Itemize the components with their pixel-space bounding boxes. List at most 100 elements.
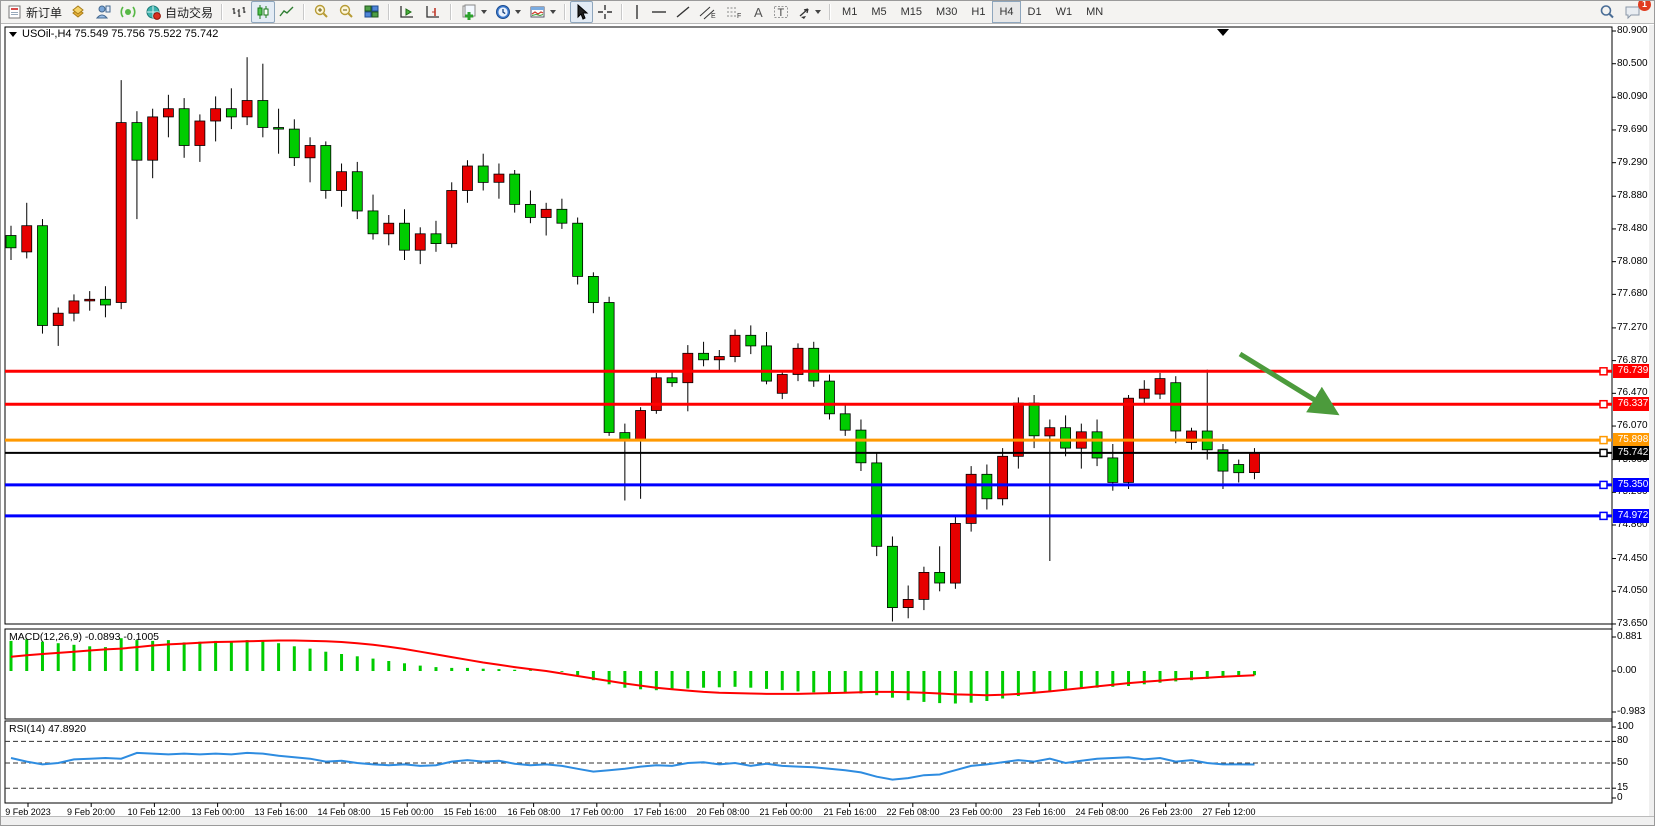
- search-button[interactable]: [1595, 1, 1620, 23]
- candlestick-icon: [255, 4, 271, 20]
- price-tick-label: 74.450: [1617, 553, 1648, 564]
- dropdown-caret: [550, 10, 556, 14]
- text-tool[interactable]: A: [747, 1, 769, 23]
- trendline-tool[interactable]: [671, 1, 695, 23]
- zoom-in-icon: [313, 4, 330, 20]
- indicator-windows-button[interactable]: [525, 1, 560, 23]
- price-tag-75.742: 75.742: [1613, 446, 1653, 460]
- price-tag-75.350: 75.350: [1613, 478, 1653, 492]
- tile-windows-icon: [363, 4, 380, 20]
- zoom-in-button[interactable]: [309, 1, 334, 23]
- price-tag-76.337: 76.337: [1613, 397, 1653, 411]
- data-window-button[interactable]: [91, 1, 116, 23]
- text-a-icon: A: [751, 4, 765, 20]
- terminal-window: 新订单 自动交易: [0, 0, 1655, 826]
- timeframe-m15[interactable]: M15: [894, 1, 929, 23]
- timeframe-h1[interactable]: H1: [964, 1, 992, 23]
- timeframe-d1[interactable]: D1: [1021, 1, 1049, 23]
- zoom-out-icon: [338, 4, 355, 20]
- macd-tick-label: 0.881: [1617, 631, 1642, 642]
- vertical-line-icon: [631, 4, 643, 20]
- fibonacci-icon: F: [725, 4, 743, 20]
- timeframe-m30[interactable]: M30: [929, 1, 964, 23]
- fibonacci-tool[interactable]: F: [721, 1, 747, 23]
- svg-text:A: A: [754, 5, 763, 20]
- new-order-button[interactable]: 新订单: [3, 1, 66, 23]
- channel-tool[interactable]: E: [695, 1, 721, 23]
- crosshair-tool-button[interactable]: [593, 1, 617, 23]
- auto-trading-label: 自动交易: [165, 4, 213, 21]
- price-tag-76.739: 76.739: [1613, 364, 1653, 378]
- timeframe-m1[interactable]: M1: [835, 1, 864, 23]
- dropdown-caret: [515, 10, 521, 14]
- macd-indicator-label: MACD(12,26,9) -0.0893 -0.1005: [9, 631, 159, 643]
- dropdown-caret: [815, 10, 821, 14]
- chart-shift-icon: [398, 4, 416, 20]
- macd-tick-label: -0.983: [1617, 706, 1645, 717]
- add-indicator-button[interactable]: [456, 1, 491, 23]
- zoom-out-button[interactable]: [334, 1, 359, 23]
- add-indicator-icon: [460, 4, 478, 21]
- text-label-tool[interactable]: T: [769, 1, 793, 23]
- arrows-tool[interactable]: [793, 1, 825, 23]
- pane-separator-macd[interactable]: [5, 624, 1612, 629]
- timeframe-w1[interactable]: W1: [1049, 1, 1080, 23]
- chart-shift-button[interactable]: [394, 1, 420, 23]
- svg-text:F: F: [737, 13, 741, 20]
- price-tag-74.972: 74.972: [1613, 509, 1653, 523]
- price-tick-label: 80.090: [1617, 91, 1648, 102]
- timeframe-h4[interactable]: H4: [992, 1, 1020, 23]
- auto-trading-button[interactable]: 自动交易: [141, 1, 217, 23]
- channel-icon: E: [699, 4, 717, 20]
- timeframe-mn[interactable]: MN: [1079, 1, 1110, 23]
- auto-scroll-icon: [424, 4, 442, 20]
- clock-icon: [495, 4, 512, 20]
- price-tick-label: 80.500: [1617, 58, 1648, 69]
- signals-button[interactable]: [116, 1, 141, 23]
- chart-shift-marker-icon[interactable]: [1217, 29, 1229, 36]
- price-tick-label: 78.080: [1617, 256, 1648, 267]
- market-watch-button[interactable]: [66, 1, 91, 23]
- price-tick-label: 77.270: [1617, 322, 1648, 333]
- rsi-tick-label: 50: [1617, 757, 1628, 768]
- chart-title-caret-icon: [9, 32, 17, 37]
- svg-text:T: T: [778, 7, 785, 19]
- macd-pane-border: [5, 629, 1612, 719]
- horizontal-line-tool[interactable]: [647, 1, 671, 23]
- window-right-edge: [1649, 25, 1654, 819]
- horizontal-line-icon: [651, 4, 667, 20]
- auto-trading-icon: [145, 4, 162, 20]
- chart-title: USOil-,H4 75.549 75.756 75.522 75.742: [9, 28, 218, 40]
- pane-separator-rsi[interactable]: [5, 718, 1612, 721]
- toolbar: 新订单 自动交易: [1, 1, 1655, 24]
- macd-tick-label: 0.00: [1617, 665, 1636, 676]
- gold-chart-icon: [70, 4, 87, 20]
- rsi-line: [11, 753, 1254, 780]
- rsi-tick-label: 80: [1617, 735, 1628, 746]
- chart-plot-area[interactable]: [5, 27, 1612, 624]
- macd-signal-line: [11, 641, 1254, 696]
- tile-windows-button[interactable]: [359, 1, 384, 23]
- rsi-tick-label: 100: [1617, 721, 1634, 732]
- notification-badge: 1: [1638, 0, 1651, 11]
- indicator-window-icon: [529, 4, 547, 20]
- search-icon: [1599, 4, 1616, 20]
- signal-icon: [120, 4, 137, 20]
- crosshair-icon: [597, 4, 613, 20]
- vertical-line-tool[interactable]: [627, 1, 647, 23]
- auto-scroll-button[interactable]: [420, 1, 446, 23]
- timeframe-m5[interactable]: M5: [864, 1, 893, 23]
- svg-text:E: E: [711, 13, 716, 20]
- period-clock-button[interactable]: [491, 1, 525, 23]
- price-tick-label: 74.050: [1617, 585, 1648, 596]
- new-order-label: 新订单: [26, 4, 62, 21]
- candlestick-mode-button[interactable]: [251, 1, 275, 23]
- text-label-icon: T: [773, 4, 789, 20]
- notifications-button[interactable]: 1: [1620, 1, 1646, 23]
- line-chart-mode-button[interactable]: [275, 1, 299, 23]
- bar-chart-mode-button[interactable]: [227, 1, 251, 23]
- rsi-indicator-label: RSI(14) 47.8920: [9, 723, 86, 735]
- rsi-pane-border: [5, 721, 1612, 803]
- cursor-tool-button[interactable]: [570, 1, 593, 23]
- cursor-icon: [574, 4, 589, 20]
